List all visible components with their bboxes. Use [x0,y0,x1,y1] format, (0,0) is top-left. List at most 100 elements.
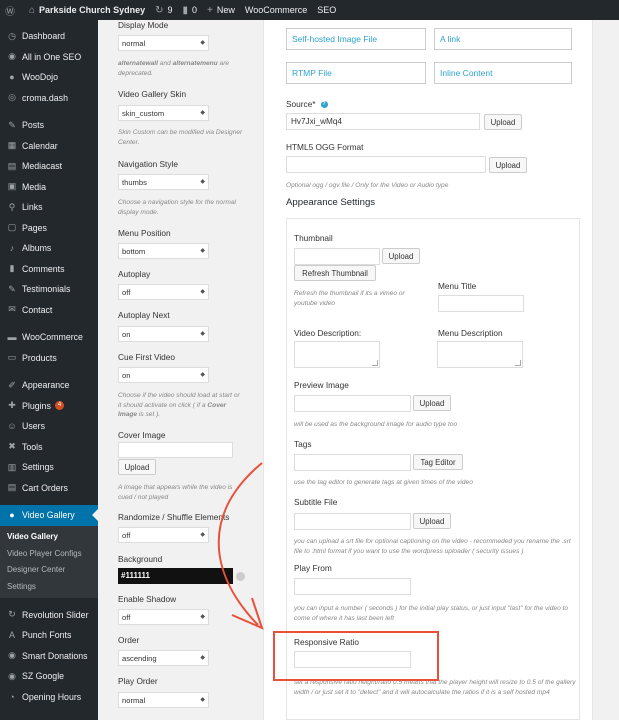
donations-icon: ◉ [8,650,16,661]
appearance-settings-box: Thumbnail Upload Refresh Thumbnail Refre… [286,218,580,720]
background-color-input[interactable]: #111111 [118,568,233,584]
sidebar-item-posts[interactable]: ✎ Posts [0,115,98,136]
sidebar-item-opening-hours[interactable]: ◔ Opening Hours [0,687,98,708]
skin-select[interactable]: skin_custom ◆ [118,105,209,121]
cover-image-upload-button[interactable]: Upload [118,459,156,475]
woodojo-icon: ● [9,72,15,83]
sidebar-item-plugins[interactable]: ✚ Plugins 4 [0,396,98,417]
shadow-select[interactable]: off ◆ [118,609,209,625]
refresh-thumbnail-button[interactable]: Refresh Thumbnail [294,265,376,281]
sidebar-item-woocommerce[interactable]: ▬ WooCommerce [0,327,98,348]
preview-image-upload-button[interactable]: Upload [413,395,451,411]
cue-first-select[interactable]: on ◆ [118,367,209,383]
comment-bubble-icon: ▮ [182,4,189,16]
tag-editor-button[interactable]: Tag Editor [413,454,463,470]
subtitle-upload-button[interactable]: Upload [413,513,451,529]
autoplay-next-select[interactable]: on ◆ [118,326,209,342]
sidebar-item-products[interactable]: ▭ Products [0,348,98,369]
help-icon[interactable]: ? [320,101,328,109]
testimonials-icon: ✎ [8,283,16,294]
menu-separator [0,108,98,115]
clock-icon: ◔ [9,691,15,702]
tab-self-hosted[interactable]: Self-hosted Image File [286,28,426,50]
submenu-item-video-player-configs[interactable]: Video Player Configs [0,545,98,562]
thumbnail-upload-button[interactable]: Upload [382,248,420,264]
color-picker-icon[interactable] [236,572,245,581]
select-arrows-icon: ◆ [200,697,205,703]
sidebar-item-label: Cart Orders [22,482,68,493]
menu-title-input[interactable] [438,295,524,312]
sidebar-item-users[interactable]: ☺ Users [0,416,98,437]
woocommerce-icon: ▬ [7,332,17,343]
appearance-heading: Appearance Settings [286,197,376,208]
sidebar-item-comments[interactable]: ▮ Comments [0,259,98,280]
sidebar-item-testimonials[interactable]: ✎ Testimonials [0,279,98,300]
order-select[interactable]: ascending ◆ [118,650,209,666]
menu-position-select[interactable]: bottom ◆ [118,243,209,259]
menu-description-textarea[interactable] [437,341,523,368]
menu-position-label: Menu Position [118,228,171,238]
responsive-ratio-desc: set a responsive ratio height/ratio 0.5 … [294,679,576,696]
sidebar-item-media[interactable]: ▣ Media [0,177,98,198]
thumbnail-input[interactable] [294,248,380,265]
sidebar-item-calendar[interactable]: ▦ Calendar [0,136,98,157]
submenu-item-video-gallery[interactable]: Video Gallery [0,529,98,546]
sidebar-item-sz-google[interactable]: ◉ SZ Google [0,666,98,687]
responsive-ratio-input[interactable] [294,651,411,668]
woocommerce-link[interactable]: WooCommerce [240,0,312,20]
sidebar-item-dashboard[interactable]: ◷ Dashboard [0,26,98,47]
sidebar-item-tools[interactable]: ✖ Tools [0,437,98,458]
sidebar-item-croma-dash[interactable]: ◎ croma.dash [0,88,98,109]
sidebar-item-label: Posts [22,120,45,131]
submenu-item-designer-center[interactable]: Designer Center [0,562,98,579]
sidebar-item-albums[interactable]: ♪ Albums [0,238,98,259]
site-name-link[interactable]: ⌂ Parkside Church Sydney [24,0,150,20]
sidebar-item-contact[interactable]: ✉ Contact [0,300,98,321]
skin-desc: Skin Custom can be modified via Designer… [118,129,243,146]
menu-title-label: Menu Title [438,281,477,291]
seo-link[interactable]: SEO [312,0,341,20]
comments-link[interactable]: ▮ 0 [178,0,203,20]
html5-ogg-input[interactable] [286,156,486,173]
sidebar-item-punch-fonts[interactable]: A Punch Fonts [0,625,98,646]
sidebar-item-video-gallery[interactable]: ● Video Gallery [0,505,98,526]
submenu-item-settings[interactable]: Settings [0,578,98,595]
display-mode-select[interactable]: normal ◆ [118,35,209,51]
sidebar-item-settings[interactable]: ▥ Settings [0,457,98,478]
preview-image-input[interactable] [294,395,411,412]
video-gallery-submenu: Video Gallery Video Player Configs Designe… [0,525,98,598]
play-order-select[interactable]: normal ◆ [118,692,209,708]
tab-a-link[interactable]: A link [434,28,572,50]
tab-rtmp[interactable]: RTMP File [286,62,426,84]
play-from-label: Play From [294,563,332,573]
autoplay-select[interactable]: off ◆ [118,284,209,300]
sidebar-item-pages[interactable]: ▢ Pages [0,218,98,239]
sidebar-item-revolution-slider[interactable]: ↻ Revolution Slider [0,605,98,626]
play-from-input[interactable] [294,578,411,595]
sidebar-item-cart-orders[interactable]: ▤ Cart Orders [0,478,98,499]
source-upload-button[interactable]: Upload [484,114,522,130]
randomize-label: Randomize / Shuffle Elements [118,512,230,522]
randomize-select[interactable]: off ◆ [118,527,209,543]
navigation-select[interactable]: thumbs ◆ [118,174,209,190]
cover-image-input[interactable] [118,442,233,458]
tab-inline-content[interactable]: Inline Content [434,62,572,84]
sidebar-item-appearance[interactable]: ✐ Appearance [0,375,98,396]
sidebar-item-woodojo[interactable]: ● WooDojo [0,67,98,88]
updates-link[interactable]: ↻ 9 [150,0,177,20]
sidebar-item-label: Opening Hours [22,691,82,702]
new-content-link[interactable]: + New [202,0,240,20]
sidebar-item-links[interactable]: ⚲ Links [0,197,98,218]
sidebar-item-label: Albums [22,243,52,254]
subtitle-input[interactable] [294,513,411,530]
sidebar-item-mediacast[interactable]: ▤ Mediacast [0,156,98,177]
video-description-textarea[interactable] [294,341,380,368]
html5-ogg-upload-button[interactable]: Upload [489,157,527,173]
tags-label: Tags [294,439,312,449]
sidebar-item-all-in-one-seo[interactable]: ◉ All in One SEO [0,47,98,68]
sidebar-item-smart-donations[interactable]: ◉ Smart Donations [0,646,98,667]
wp-logo-button[interactable]: Ⓦ [0,0,24,20]
select-arrows-icon: ◆ [200,40,205,46]
source-input[interactable]: Hv7Jxi_wMq4 [286,113,480,130]
tags-input[interactable] [294,454,411,471]
